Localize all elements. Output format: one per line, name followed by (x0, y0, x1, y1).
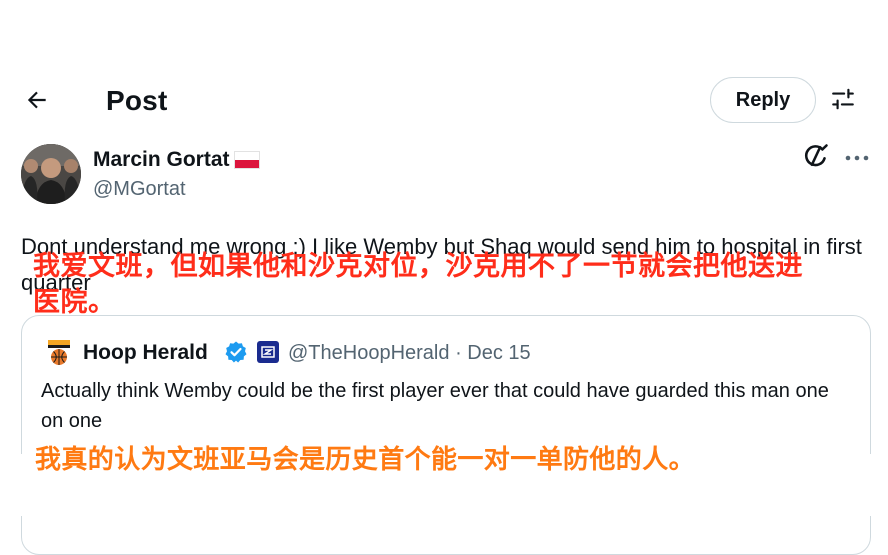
quote-author-name: Hoop Herald (83, 341, 208, 364)
quoted-post-card[interactable]: Hoop Herald @TheHoopHerald · Dec 15 Actu… (21, 315, 871, 555)
author-name[interactable]: Marcin Gortat (93, 146, 260, 174)
quote-meta: @TheHoopHerald · Dec 15 (288, 340, 531, 366)
quote-handle: @TheHoopHerald (288, 342, 450, 364)
more-dots-icon (844, 149, 870, 167)
author-name-text: Marcin Gortat (93, 148, 230, 171)
author-handle[interactable]: @MGortat (93, 176, 186, 202)
grok-button[interactable] (801, 143, 831, 173)
quote-date[interactable]: Dec 15 (467, 342, 530, 364)
back-button[interactable] (20, 85, 54, 119)
translation-caption-2: 我真的认为文班亚马会是历史首个能一对一单防他的人。 (35, 444, 696, 474)
reply-button[interactable]: Reply (710, 77, 816, 123)
poland-flag-icon (233, 151, 260, 169)
arrow-left-icon (24, 87, 50, 118)
page-title: Post (106, 85, 168, 116)
translation-caption-1: 我爱文班，但如果他和沙克对位，沙克用不了一节就会把他送进医院。 (33, 251, 803, 317)
meta-separator: · (455, 342, 462, 364)
grok-icon (802, 142, 830, 175)
hoop-herald-logo-icon (47, 340, 71, 366)
avatar[interactable] (21, 144, 81, 204)
verified-badge-icon (224, 340, 248, 364)
affiliate-badge-icon (257, 341, 279, 363)
quote-text: Actually think Wemby could be the first … (41, 380, 829, 432)
filter-button[interactable] (828, 86, 858, 116)
more-button[interactable] (842, 145, 872, 171)
sliders-icon (830, 86, 856, 117)
